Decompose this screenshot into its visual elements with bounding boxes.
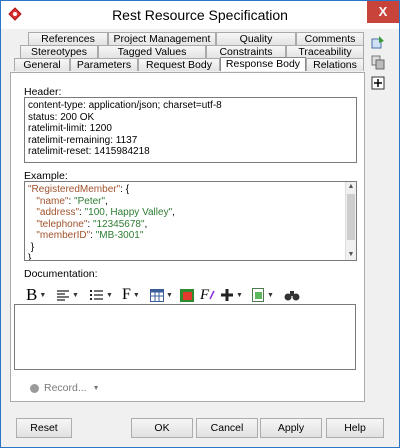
scroll-up-icon[interactable]: ▲ bbox=[346, 182, 356, 192]
documentation-label: Documentation: bbox=[24, 268, 98, 280]
tab-response-body[interactable]: Response Body bbox=[220, 57, 306, 71]
bold-font-icon[interactable]: B ▼ bbox=[26, 285, 46, 304]
record-icon bbox=[30, 383, 39, 393]
align-icon[interactable]: ▼ bbox=[56, 286, 79, 304]
apply-button[interactable]: Apply bbox=[260, 418, 322, 438]
reset-button[interactable]: Reset bbox=[16, 418, 72, 438]
example-line: "address": "100, Happy Valley", bbox=[36, 207, 175, 218]
tab-general[interactable]: General bbox=[14, 58, 70, 71]
documentation-toolbar: B ▼ ▼ ▼ F ▼ ▼ F ▼ ▼ bbox=[14, 285, 334, 304]
tab-comments[interactable]: Comments bbox=[296, 32, 364, 45]
example-line: "memberID": "MB-3001" bbox=[36, 230, 144, 241]
image-icon[interactable]: ▼ bbox=[252, 286, 274, 304]
example-line: } bbox=[28, 253, 32, 261]
header-textarea[interactable]: content-type: application/json; charset=… bbox=[24, 97, 357, 163]
list-icon[interactable]: ▼ bbox=[90, 286, 113, 304]
tab-project-management[interactable]: Project Management bbox=[108, 32, 216, 45]
copy-icon[interactable] bbox=[370, 54, 386, 70]
tab-references[interactable]: References bbox=[28, 32, 108, 45]
title-bar: Rest Resource Specification X bbox=[1, 1, 399, 29]
cancel-button[interactable]: Cancel bbox=[196, 418, 258, 438]
scroll-down-icon[interactable]: ▼ bbox=[346, 250, 356, 260]
scroll-thumb[interactable] bbox=[347, 194, 355, 240]
stereotype-icon[interactable] bbox=[370, 34, 386, 50]
help-button[interactable]: Help bbox=[326, 418, 384, 438]
close-button[interactable]: X bbox=[367, 1, 399, 23]
record-label: Record... bbox=[44, 382, 87, 394]
tab-relations[interactable]: Relations bbox=[306, 58, 364, 71]
format-icon[interactable]: F bbox=[200, 286, 215, 304]
insert-icon[interactable]: ▼ bbox=[220, 286, 243, 304]
example-line: "telephone": "12345678", bbox=[36, 218, 148, 230]
table-icon[interactable]: ▼ bbox=[150, 286, 173, 304]
tab-tagged-values[interactable]: Tagged Values bbox=[98, 45, 206, 58]
ok-button[interactable]: OK bbox=[131, 418, 193, 438]
font-icon[interactable]: F ▼ bbox=[122, 286, 140, 304]
chevron-down-icon: ▼ bbox=[92, 384, 100, 392]
example-scrollbar[interactable]: ▲ ▼ bbox=[345, 182, 356, 260]
tab-stereotypes[interactable]: Stereotypes bbox=[20, 45, 98, 58]
documentation-editor[interactable] bbox=[14, 304, 356, 370]
example-line: "name": "Peter", bbox=[36, 195, 108, 207]
add-icon[interactable] bbox=[370, 75, 386, 91]
example-editor[interactable]: "RegisteredMember": { "name": "Peter", "… bbox=[24, 181, 357, 261]
tab-quality[interactable]: Quality bbox=[216, 32, 296, 45]
example-line: } bbox=[30, 241, 35, 253]
tab-parameters[interactable]: Parameters bbox=[70, 58, 138, 71]
example-line: "RegisteredMember": { bbox=[28, 184, 130, 195]
tab-request-body[interactable]: Request Body bbox=[138, 58, 220, 71]
window-title: Rest Resource Specification bbox=[112, 7, 288, 23]
find-icon[interactable] bbox=[284, 286, 300, 304]
color-icon[interactable] bbox=[180, 286, 194, 304]
record-button[interactable]: Record... ▼ bbox=[30, 382, 100, 394]
